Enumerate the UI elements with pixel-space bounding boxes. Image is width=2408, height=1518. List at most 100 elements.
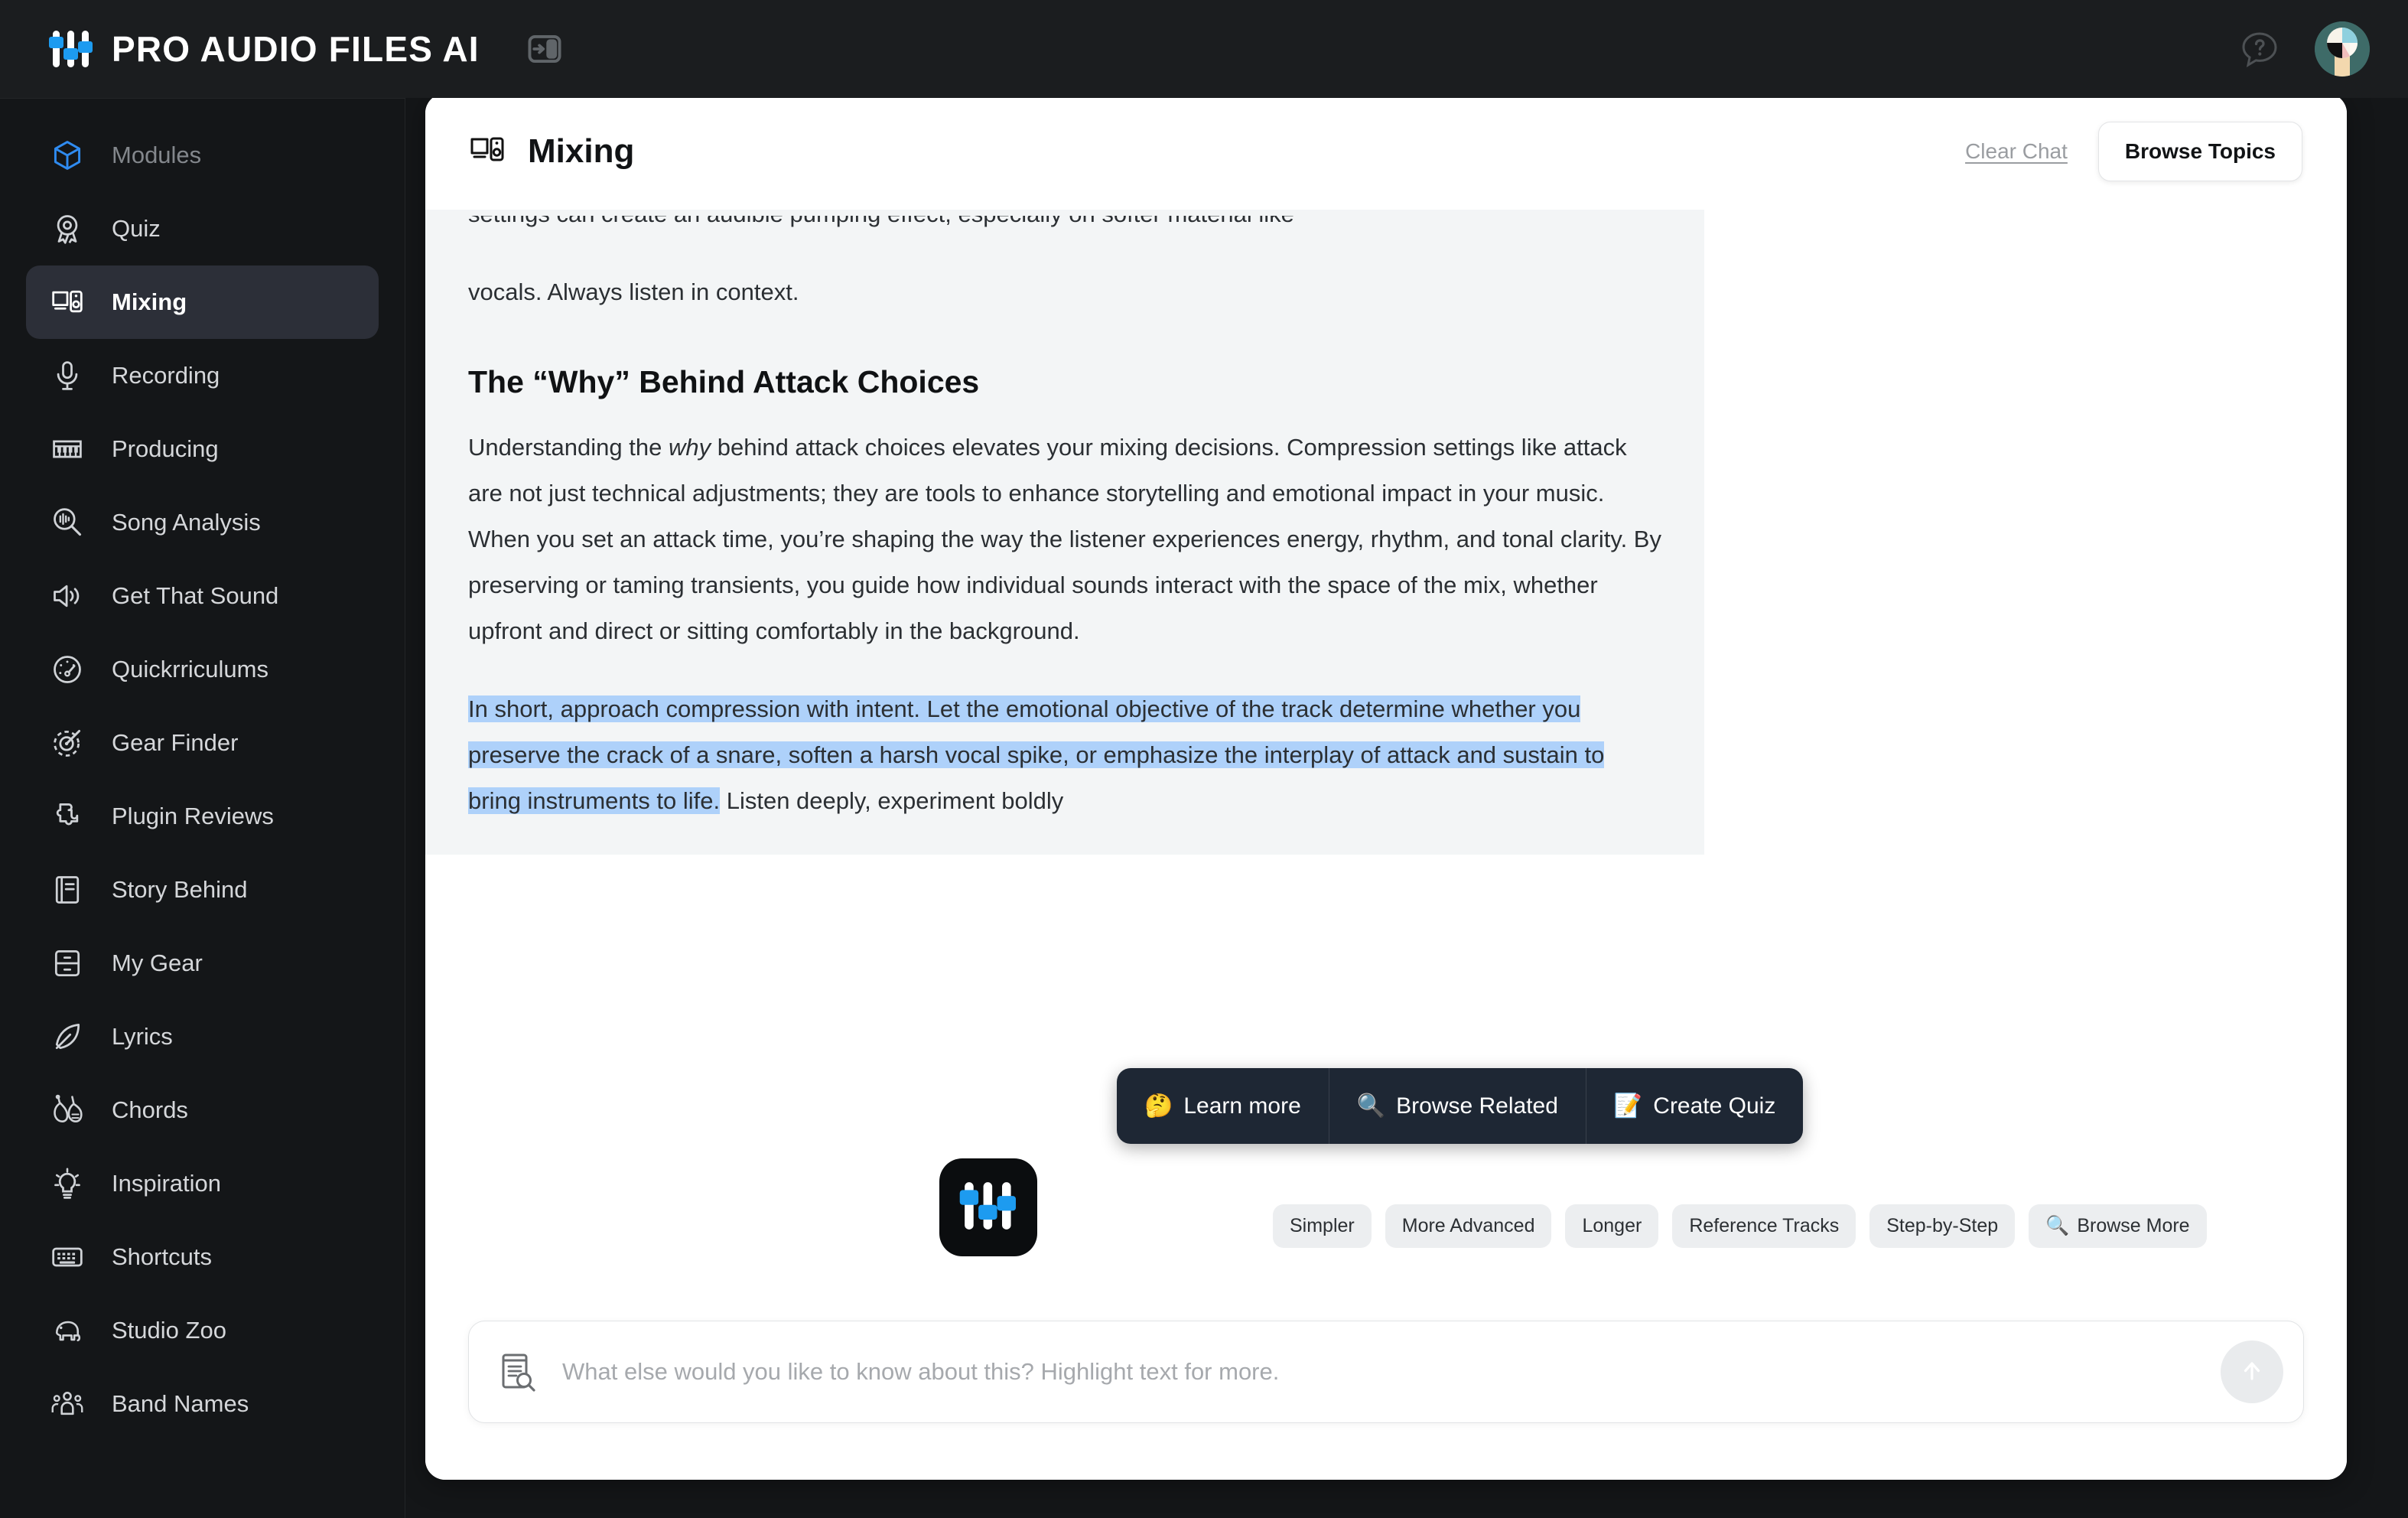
body-part-1: Understanding the: [468, 434, 669, 461]
sidebar-item-plugin-reviews[interactable]: Plugin Reviews: [26, 780, 379, 853]
speaker-waves-icon: [49, 578, 86, 614]
lightbulb-icon: [49, 1165, 86, 1202]
sidebar-item-chords[interactable]: Chords: [26, 1073, 379, 1147]
browse-related-button[interactable]: 🔍 Browse Related: [1329, 1068, 1586, 1144]
sidebar-item-lyrics[interactable]: Lyrics: [26, 1000, 379, 1073]
chip-browse-more[interactable]: 🔍 Browse More: [2029, 1204, 2207, 1248]
message-heading: The “Why” Behind Attack Choices: [468, 364, 980, 399]
panel-header-actions: Clear Chat Browse Topics: [1965, 122, 2302, 181]
panel-collapse-icon[interactable]: [524, 28, 565, 70]
sidebar-item-label: Lyrics: [112, 1023, 173, 1050]
sidebar-item-label: Studio Zoo: [112, 1317, 226, 1344]
clipped-previous-line: settings can create an audible pumping e…: [468, 216, 1661, 269]
assistant-message: settings can create an audible pumping e…: [425, 210, 1704, 855]
sidebar-item-label: Story Behind: [112, 876, 248, 903]
magnifier-icon: 🔍: [1356, 1093, 1386, 1119]
send-button[interactable]: [2221, 1340, 2283, 1403]
chat-input[interactable]: [538, 1358, 2221, 1386]
panel-title-text: Mixing: [528, 132, 635, 170]
document-search-icon: [496, 1351, 538, 1393]
sidebar-item-quickrriculums[interactable]: Quickrriculums: [26, 633, 379, 706]
message-paragraph-intro: vocals. Always listen in context.: [468, 279, 799, 305]
monitor-speaker-icon: [49, 284, 86, 321]
sidebar-item-label: Modules: [112, 142, 202, 168]
sidebar-item-band-names[interactable]: Band Names: [26, 1367, 379, 1441]
create-quiz-button[interactable]: 📝 Create Quiz: [1586, 1068, 1803, 1144]
microphone-icon: [49, 357, 86, 394]
sidebar-item-modules[interactable]: Modules: [26, 119, 379, 192]
sidebar-item-label: Get That Sound: [112, 582, 279, 609]
monitor-speaker-icon: [468, 135, 508, 168]
chip-label: Browse More: [2077, 1215, 2190, 1236]
user-avatar[interactable]: [2315, 21, 2370, 77]
chip-label: Simpler: [1290, 1215, 1355, 1236]
sidebar-item-song-analysis[interactable]: Song Analysis: [26, 486, 379, 559]
magnifier-icon: 🔍: [2045, 1215, 2070, 1236]
sidebar-item-label: Song Analysis: [112, 509, 261, 536]
sidebar-item-shortcuts[interactable]: Shortcuts: [26, 1220, 379, 1294]
chip-label: Reference Tracks: [1689, 1215, 1840, 1236]
feather-quill-icon: [49, 1018, 86, 1055]
sidebar-item-producing[interactable]: Producing: [26, 412, 379, 486]
sidebar-item-label: Quickrriculums: [112, 656, 268, 682]
sidebar-item-label: Gear Finder: [112, 729, 239, 756]
app-root: PRO AUDIO FILES AI Modules Quiz Mixing R…: [0, 0, 2408, 1518]
message-paragraph-body: Understanding the why behind attack choi…: [468, 425, 1661, 654]
cabinet-drawers-icon: [49, 945, 86, 982]
sidebar-item-mixing[interactable]: Mixing: [26, 265, 379, 339]
memo-icon: 📝: [1613, 1093, 1643, 1119]
chip-label: Longer: [1582, 1215, 1642, 1236]
puzzle-piece-icon: [49, 798, 86, 835]
sidebar-item-recording[interactable]: Recording: [26, 339, 379, 412]
learn-more-label: Learn more: [1183, 1093, 1301, 1119]
sidebar-item-quiz[interactable]: Quiz: [26, 192, 379, 265]
cube-icon: [49, 137, 86, 174]
body-emphasis: why: [668, 434, 711, 461]
sidebar-item-label: Plugin Reviews: [112, 803, 274, 829]
clear-chat-button[interactable]: Clear Chat: [1965, 139, 2068, 164]
chip-reference-tracks[interactable]: Reference Tracks: [1672, 1204, 1856, 1248]
mixer-faders-icon: [958, 1178, 1019, 1237]
sidebar-item-label: Producing: [112, 435, 219, 462]
guitars-icon: [49, 1092, 86, 1129]
elephant-icon: [49, 1312, 86, 1349]
panel-header: Mixing Clear Chat Browse Topics: [425, 93, 2347, 210]
sidebar-item-story-behind[interactable]: Story Behind: [26, 853, 379, 927]
conclusion-tail: Listen deeply, experiment boldly: [720, 787, 1064, 814]
mixer-faders-icon: [47, 28, 95, 70]
browse-related-label: Browse Related: [1396, 1093, 1558, 1119]
chat-panel: Mixing Clear Chat Browse Topics settings…: [425, 93, 2347, 1480]
chip-simpler[interactable]: Simpler: [1273, 1204, 1372, 1248]
composer: [425, 1304, 2347, 1480]
brand: PRO AUDIO FILES AI: [0, 28, 480, 70]
sidebar-item-studio-zoo[interactable]: Studio Zoo: [26, 1294, 379, 1367]
create-quiz-label: Create Quiz: [1653, 1093, 1776, 1119]
sidebar-item-inspiration[interactable]: Inspiration: [26, 1147, 379, 1220]
message-paragraph-conclusion: In short, approach compression with inte…: [468, 686, 1661, 824]
sidebar-item-label: Inspiration: [112, 1170, 222, 1197]
learn-more-button[interactable]: 🤔 Learn more: [1117, 1068, 1329, 1144]
chip-label: More Advanced: [1401, 1215, 1535, 1236]
page-title: Mixing: [468, 132, 634, 171]
composer-box: [468, 1321, 2304, 1423]
chip-step-by-step[interactable]: Step-by-Step: [1869, 1204, 2016, 1248]
sidebar-item-my-gear[interactable]: My Gear: [26, 927, 379, 1000]
sidebar-item-label: Mixing: [112, 288, 187, 315]
keyboard-icon: [49, 1239, 86, 1275]
sidebar-item-gear-finder[interactable]: Gear Finder: [26, 706, 379, 780]
refinement-chips: Simpler More Advanced Longer Reference T…: [1273, 1204, 2207, 1248]
radar-target-icon: [49, 725, 86, 761]
question-bubble-icon[interactable]: [2240, 29, 2279, 69]
chip-longer[interactable]: Longer: [1565, 1204, 1659, 1248]
chip-more-advanced[interactable]: More Advanced: [1385, 1204, 1552, 1248]
sidebar-item-get-that-sound[interactable]: Get That Sound: [26, 559, 379, 633]
sidebar: Modules Quiz Mixing Recording Producing …: [0, 98, 405, 1518]
top-bar: PRO AUDIO FILES AI: [0, 0, 2408, 98]
assistant-avatar: [939, 1158, 1037, 1256]
people-group-icon: [49, 1386, 86, 1422]
sidebar-item-label: Band Names: [112, 1390, 249, 1417]
piano-keys-icon: [49, 431, 86, 467]
thinking-face-icon: 🤔: [1144, 1093, 1173, 1119]
browse-topics-button[interactable]: Browse Topics: [2097, 122, 2302, 181]
award-badge-icon: [49, 210, 86, 247]
